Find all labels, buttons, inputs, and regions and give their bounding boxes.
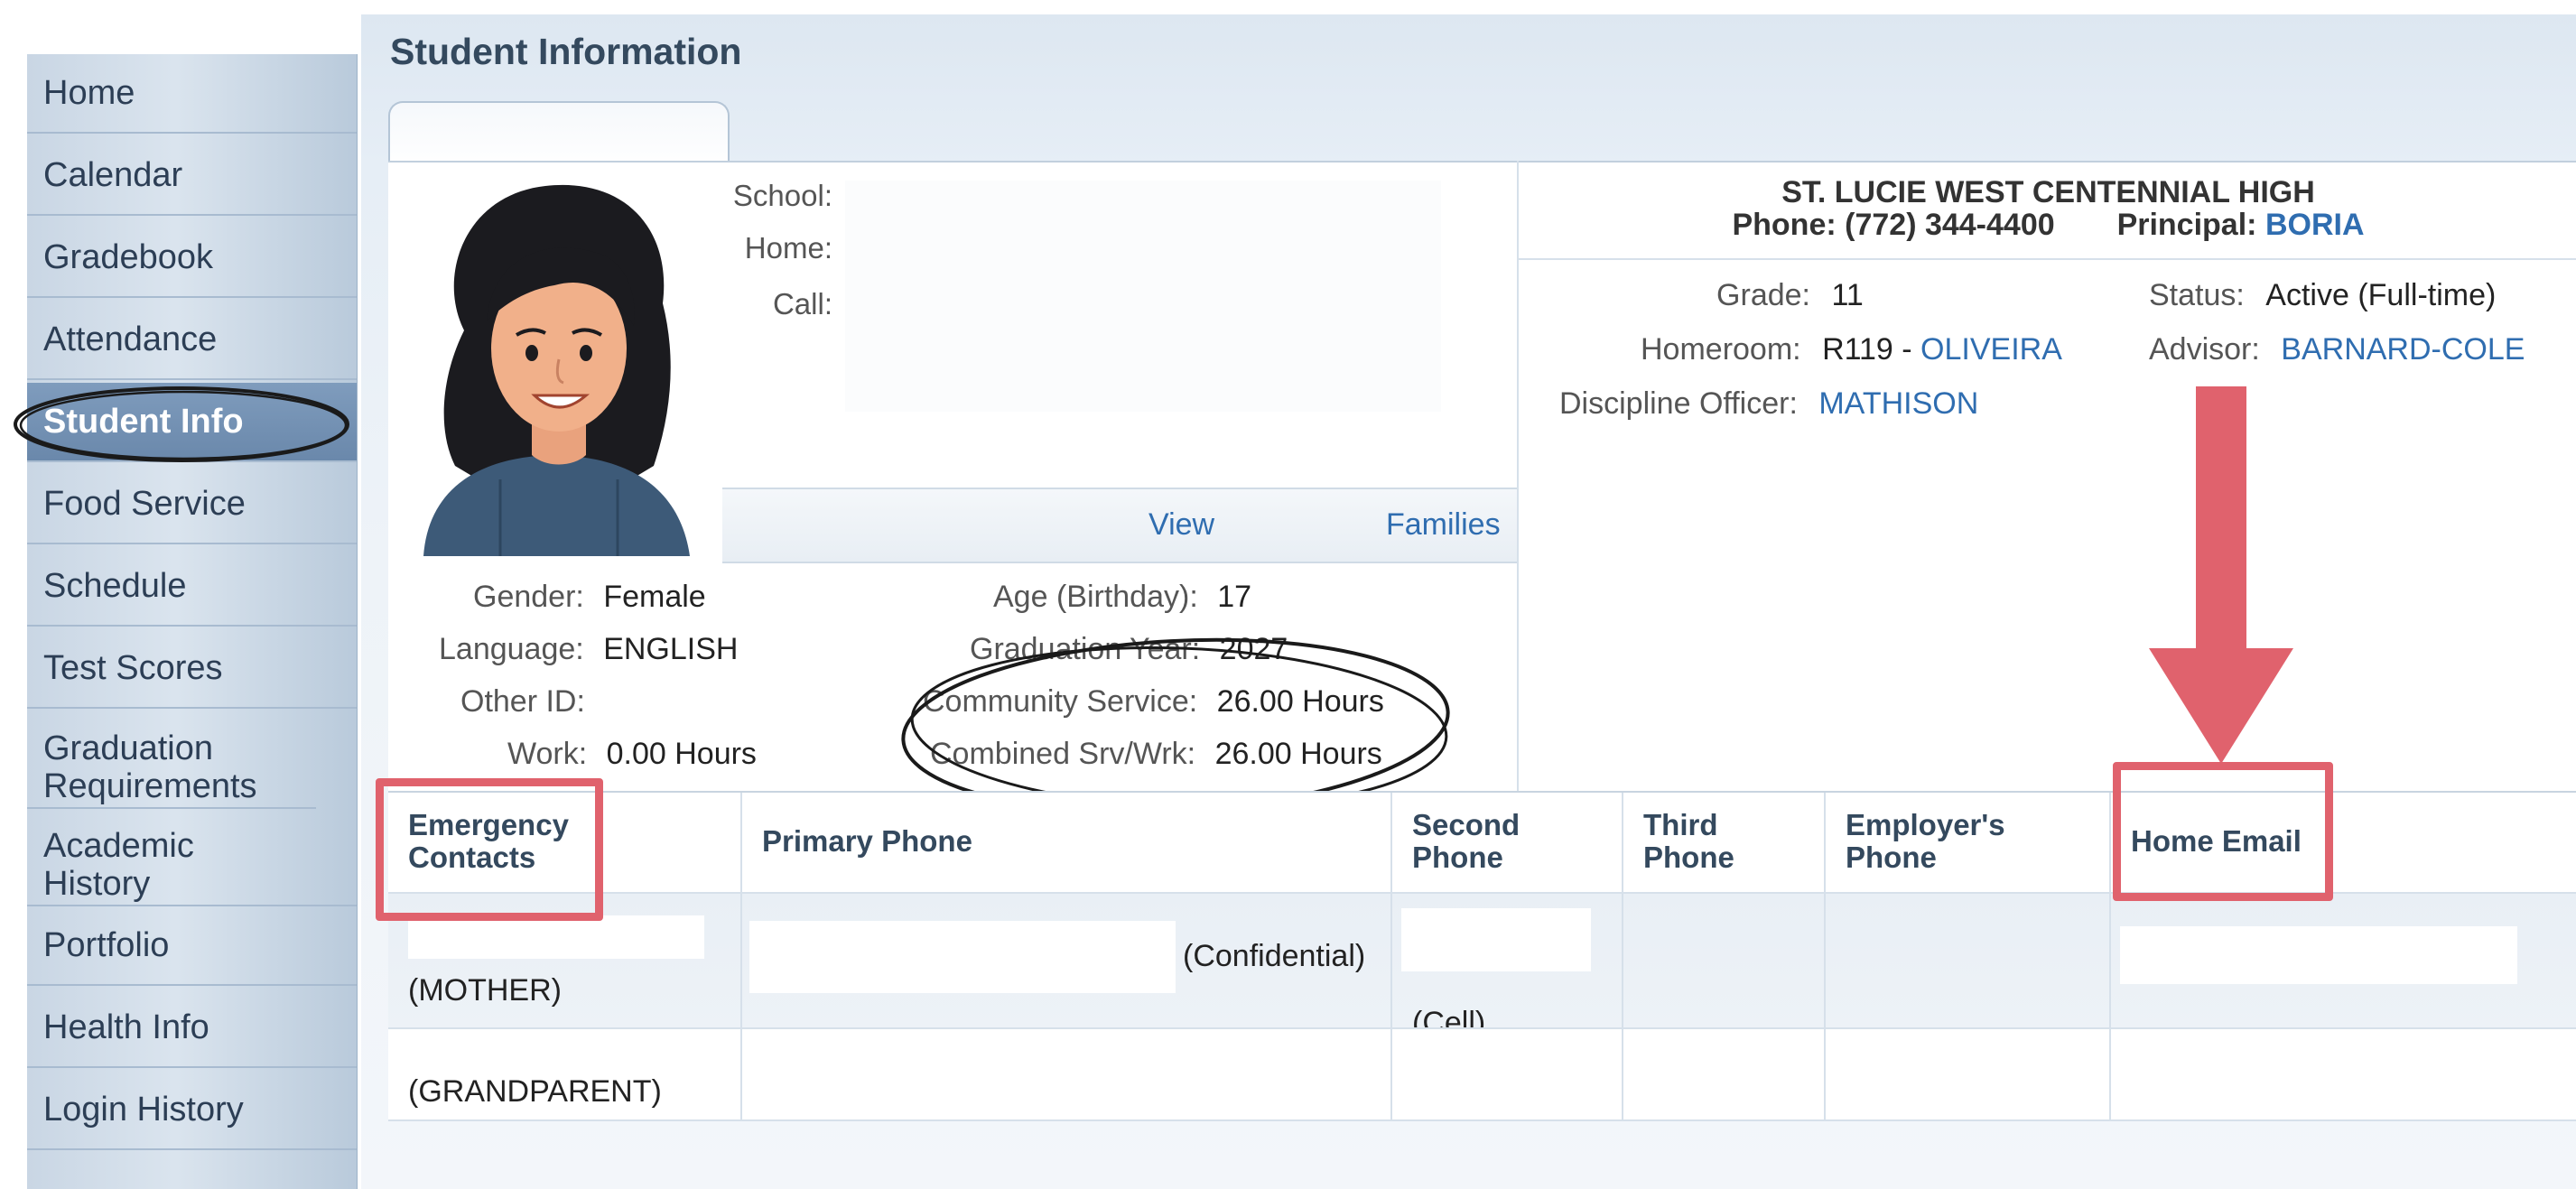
advisor-label: Advisor: (2149, 332, 2260, 367)
school-phone: (772) 344-4400 (1845, 208, 2055, 242)
col-employers-phone: Employer's Phone (1826, 793, 2111, 892)
grade-value: 11 (1831, 278, 1864, 312)
home-email-redacted (2120, 926, 2517, 984)
principal-label: Principal: (2116, 208, 2257, 242)
work-label: Work: (507, 737, 588, 771)
age-label: Age (Birthday): (993, 580, 1198, 614)
discipline-officer-link[interactable]: MATHISON (1818, 386, 1978, 421)
col-second-phone: Second Phone (1392, 793, 1623, 892)
col-second-phone-label: Second Phone (1412, 808, 1520, 874)
table-row: (GRANDPARENT) (388, 1027, 2576, 1121)
school-name: ST. LUCIE WEST CENTENNIAL HIGH (1781, 175, 2315, 209)
sidebar-item-schedule[interactable]: Schedule (27, 547, 357, 627)
sidebar-item-student-info[interactable]: Student Info (27, 383, 357, 462)
view-link[interactable]: View (1149, 507, 1214, 543)
homeroom-label: Homeroom: (1641, 332, 1801, 367)
contact-relation: (GRANDPARENT) (408, 1074, 662, 1109)
community-service-value: 26.00 Hours (1216, 684, 1384, 719)
grade-label: Grade: (1716, 278, 1810, 312)
work-field: Work: 0.00 Hours (507, 737, 757, 772)
sidebar-item-test-scores[interactable]: Test Scores (27, 629, 357, 709)
age-field: Age (Birthday): 17 (993, 580, 1251, 615)
sidebar-item-academic-history[interactable]: Academic History (27, 809, 357, 906)
gender-label: Gender: (473, 580, 584, 614)
table-row: (MOTHER) (Confidential) (Cell) (388, 892, 2576, 1040)
language-label: Language: (439, 632, 584, 666)
school-info-box: ST. LUCIE WEST CENTENNIAL HIGH Phone: (7… (1517, 161, 2576, 260)
sidebar-item-calendar[interactable]: Calendar (27, 136, 357, 216)
col-third-phone-label: Third Phone (1643, 808, 1734, 874)
col-employers-phone-label: Employer's Phone (1846, 808, 2005, 874)
col-home-email-label: Home Email (2131, 824, 2302, 858)
gender-value: Female (603, 580, 706, 614)
column-divider (1622, 892, 1623, 1121)
col-primary-phone-label: Primary Phone (762, 824, 972, 858)
sidebar-item-food-service[interactable]: Food Service (27, 465, 357, 544)
primary-phone-redacted (749, 921, 1176, 993)
student-avatar (401, 168, 713, 556)
principal-link[interactable]: BORIA (2265, 208, 2365, 242)
sidebar-item-portfolio[interactable]: Portfolio (27, 906, 357, 986)
homeroom-field: Homeroom: R119 - OLIVEIRA (1641, 332, 2062, 367)
school-phone-label: Phone: (1732, 208, 1837, 242)
col-home-email: Home Email (2111, 793, 2576, 892)
discipline-field: Discipline Officer: MATHISON (1559, 386, 1978, 422)
col-emergency-contacts: Emergency Contacts (388, 793, 742, 892)
sidebar-item-attendance[interactable]: Attendance (27, 301, 357, 380)
top-band (0, 0, 2576, 14)
contact-relation: (MOTHER) (408, 973, 562, 1008)
sidebar-item-health-info[interactable]: Health Info (27, 989, 357, 1068)
other-id-field: Other ID: (460, 684, 585, 720)
page-title: Student Information (390, 31, 742, 72)
status-field: Status: Active (Full-time) (2149, 278, 2496, 313)
col-third-phone: Third Phone (1623, 793, 1826, 892)
column-divider (1824, 892, 1826, 1121)
advisor-link[interactable]: BARNARD-COLE (2281, 332, 2525, 367)
sidebar-nav: Home Calendar Gradebook Attendance Stude… (27, 54, 358, 1189)
school-phone-label: School: (732, 179, 832, 212)
col-primary-phone: Primary Phone (742, 793, 1392, 892)
sidebar-item-home[interactable]: Home (27, 54, 357, 134)
home-phone-label: Home: (744, 231, 832, 265)
column-divider (740, 892, 742, 1121)
work-value: 0.00 Hours (606, 737, 757, 771)
status-label: Status: (2149, 278, 2245, 312)
tab-student[interactable] (388, 101, 730, 168)
grade-field: Grade: 11 (1688, 278, 1864, 313)
graduation-year-value: 2027 (1219, 632, 1288, 666)
community-service-label: Community Service: (923, 684, 1198, 719)
homeroom-room: R119 - (1822, 332, 1921, 367)
col-emergency-contacts-label: Emergency Contacts (408, 808, 569, 874)
families-link[interactable]: Families (1386, 507, 1501, 543)
arrow-down-annotation (2149, 386, 2293, 764)
emergency-contacts-table: Emergency Contacts Primary Phone Second … (388, 791, 2576, 1121)
second-phone-redacted (1401, 908, 1591, 971)
gender-field: Gender: Female (473, 580, 706, 615)
contact-values-redacted (845, 181, 1441, 412)
view-families-bar: View Families (722, 488, 1517, 563)
cell-phone-label: Call: (772, 287, 832, 320)
combined-service-label: Combined Srv/Wrk: (930, 737, 1196, 771)
status-value: Active (Full-time) (2265, 278, 2497, 312)
combined-service-value: 26.00 Hours (1214, 737, 1382, 771)
homeroom-teacher-link[interactable]: OLIVEIRA (1920, 332, 2062, 367)
column-divider (2109, 892, 2111, 1121)
advisor-field: Advisor: BARNARD-COLE (2149, 332, 2525, 367)
other-id-label: Other ID: (460, 684, 585, 719)
discipline-label: Discipline Officer: (1559, 386, 1798, 421)
age-value: 17 (1217, 580, 1252, 614)
sidebar-item-gradebook[interactable]: Gradebook (27, 218, 357, 298)
language-field: Language: ENGLISH (439, 632, 738, 667)
column-divider (1390, 892, 1392, 1121)
primary-phone-note: (Confidential) (1183, 939, 1366, 973)
community-service-field: Community Service: 26.00 Hours (923, 684, 1384, 720)
language-value: ENGLISH (603, 632, 739, 666)
contact-name-redacted (408, 915, 704, 959)
combined-service-field: Combined Srv/Wrk: 26.00 Hours (930, 737, 1382, 772)
graduation-year-label: Graduation Year: (970, 632, 1201, 666)
school-phone-principal: Phone: (772) 344-4400 Principal: BORIA (1519, 208, 2576, 243)
sidebar-item-login-history[interactable]: Login History (27, 1071, 357, 1150)
sidebar-item-graduation-requirements[interactable]: Graduation Requirements (27, 711, 316, 809)
graduation-year-field: Graduation Year: 2027 (970, 632, 1288, 667)
